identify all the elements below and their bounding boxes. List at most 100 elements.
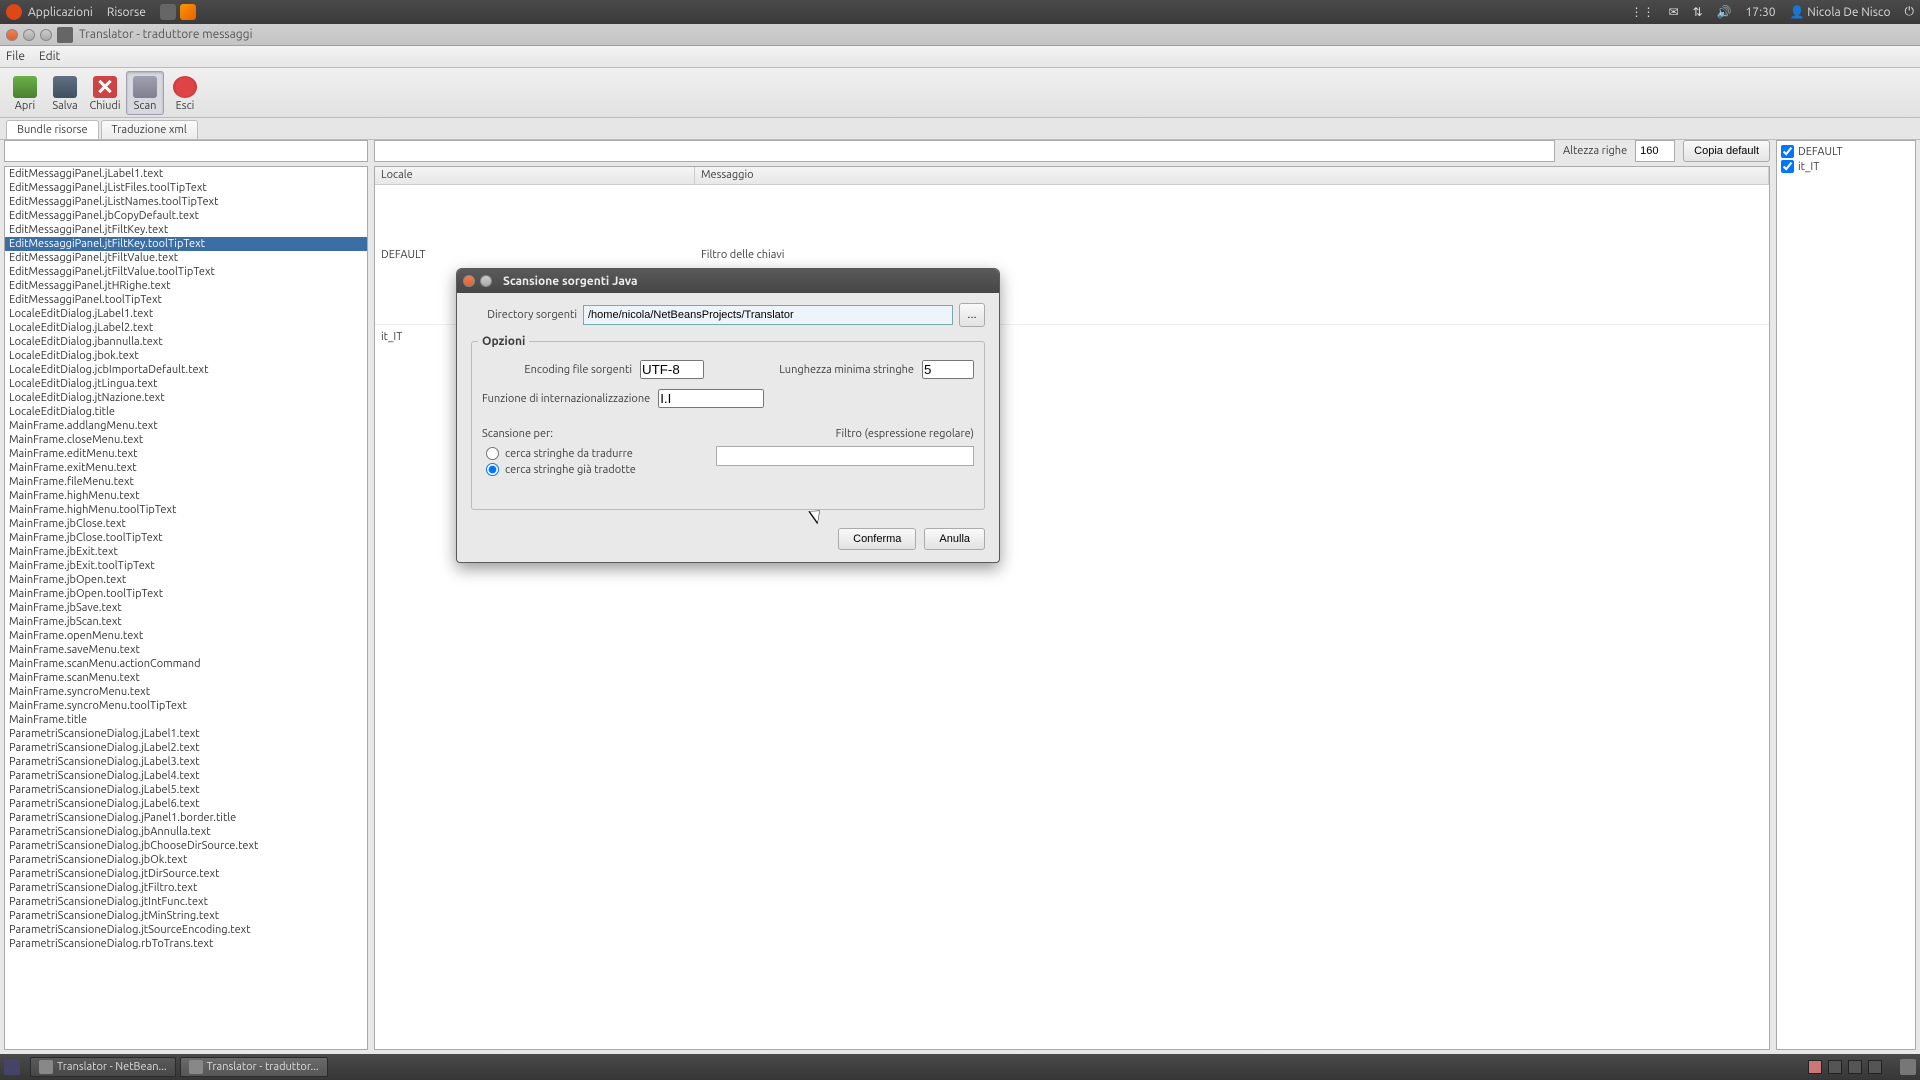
network-icon[interactable]: ⋮⋮ [1630, 5, 1654, 19]
workspace-1[interactable] [1808, 1060, 1822, 1074]
filter-value-input[interactable] [374, 140, 1555, 162]
intfunc-input[interactable] [658, 389, 764, 408]
key-list-item[interactable]: ParametriScansioneDialog.jLabel3.text [5, 755, 367, 769]
radio-to-translate[interactable]: cerca stringhe da tradurre [486, 447, 696, 460]
key-list-item[interactable]: LocaleEditDialog.jLabel2.text [5, 321, 367, 335]
key-list-item[interactable]: MainFrame.scanMenu.actionCommand [5, 657, 367, 671]
locale-checkbox-it-it[interactable]: it_IT [1781, 160, 1911, 173]
updates-icon[interactable]: ⇅ [1693, 5, 1703, 19]
key-list-item[interactable]: MainFrame.jbExit.toolTipText [5, 559, 367, 573]
workspace-4[interactable] [1868, 1060, 1882, 1074]
key-list-item[interactable]: ParametriScansioneDialog.jbOk.text [5, 853, 367, 867]
key-list-item[interactable]: LocaleEditDialog.jLabel1.text [5, 307, 367, 321]
window-close-button[interactable] [6, 29, 18, 41]
trash-icon[interactable] [1900, 1059, 1916, 1075]
key-list-item[interactable]: MainFrame.scanMenu.text [5, 671, 367, 685]
workspace-3[interactable] [1848, 1060, 1862, 1074]
key-list-item[interactable]: ParametriScansioneDialog.jLabel5.text [5, 783, 367, 797]
key-list-item[interactable]: MainFrame.saveMenu.text [5, 643, 367, 657]
key-list-item[interactable]: MainFrame.addlangMenu.text [5, 419, 367, 433]
window-titlebar[interactable]: Translator - traduttore messaggi [0, 24, 1920, 46]
exit-button[interactable]: Esci [166, 71, 204, 115]
taskbar-translator[interactable]: Translator - traduttor... [180, 1057, 328, 1077]
key-list-item[interactable]: MainFrame.jbExit.text [5, 545, 367, 559]
key-list-item[interactable]: ParametriScansioneDialog.rbToTrans.text [5, 937, 367, 951]
source-dir-input[interactable] [583, 305, 953, 325]
key-list-item[interactable]: MainFrame.jbOpen.text [5, 573, 367, 587]
key-list-item[interactable]: ParametriScansioneDialog.jtDirSource.tex… [5, 867, 367, 881]
key-list-item[interactable]: ParametriScansioneDialog.jtSourceEncodin… [5, 923, 367, 937]
copy-default-button[interactable]: Copia default [1683, 140, 1770, 162]
mail-icon[interactable]: ✉ [1668, 5, 1678, 19]
workspace-2[interactable] [1828, 1060, 1842, 1074]
radio-already-translated[interactable]: cerca stringhe già tradotte [486, 463, 696, 476]
dialog-minimize-button[interactable] [480, 275, 492, 287]
key-list-item[interactable]: LocaleEditDialog.jcbImportaDefault.text [5, 363, 367, 377]
clock[interactable]: 17:30 [1746, 6, 1776, 19]
key-list-item[interactable]: ParametriScansioneDialog.jLabel4.text [5, 769, 367, 783]
scan-button[interactable]: Scan [126, 71, 164, 115]
dialog-titlebar[interactable]: Scansione sorgenti Java [457, 269, 999, 293]
row-height-input[interactable] [1635, 140, 1675, 162]
window-minimize-button[interactable] [23, 29, 35, 41]
encoding-input[interactable] [640, 360, 704, 379]
key-list-item[interactable]: LocaleEditDialog.title [5, 405, 367, 419]
key-list-item[interactable]: EditMessaggiPanel.jtFiltValue.toolTipTex… [5, 265, 367, 279]
key-list[interactable]: EditMessaggiPanel.jLabel1.textEditMessag… [4, 166, 368, 1050]
key-list-item[interactable]: ParametriScansioneDialog.jLabel1.text [5, 727, 367, 741]
tab-traduzione-xml[interactable]: Traduzione xml [101, 120, 198, 139]
key-list-item[interactable]: EditMessaggiPanel.jtFiltKey.toolTipText [5, 237, 367, 251]
key-list-item[interactable]: MainFrame.syncroMenu.text [5, 685, 367, 699]
power-icon[interactable]: ⏻ [1905, 5, 1915, 19]
show-desktop-icon[interactable] [4, 1059, 20, 1075]
confirm-button[interactable]: Conferma [838, 528, 916, 550]
key-list-item[interactable]: MainFrame.title [5, 713, 367, 727]
key-list-item[interactable]: ParametriScansioneDialog.jtIntFunc.text [5, 895, 367, 909]
key-list-item[interactable]: MainFrame.editMenu.text [5, 447, 367, 461]
key-list-item[interactable]: ParametriScansioneDialog.jbAnnulla.text [5, 825, 367, 839]
key-list-item[interactable]: LocaleEditDialog.jtNazione.text [5, 391, 367, 405]
browse-dir-button[interactable]: ... [959, 303, 985, 327]
key-list-item[interactable]: MainFrame.fileMenu.text [5, 475, 367, 489]
key-list-item[interactable]: MainFrame.jbScan.text [5, 615, 367, 629]
key-list-item[interactable]: EditMessaggiPanel.toolTipText [5, 293, 367, 307]
key-list-item[interactable]: MainFrame.jbClose.toolTipText [5, 531, 367, 545]
key-list-item[interactable]: ParametriScansioneDialog.jtMinString.tex… [5, 909, 367, 923]
panel-app-icon[interactable] [160, 4, 176, 20]
key-list-item[interactable]: MainFrame.exitMenu.text [5, 461, 367, 475]
key-list-item[interactable]: LocaleEditDialog.jbok.text [5, 349, 367, 363]
col-message[interactable]: Messaggio [695, 167, 1769, 184]
key-list-item[interactable]: EditMessaggiPanel.jtHRighe.text [5, 279, 367, 293]
firefox-icon[interactable] [180, 4, 196, 20]
menu-file[interactable]: File [6, 50, 25, 63]
cancel-button[interactable]: Anulla [924, 528, 985, 550]
key-list-item[interactable]: ParametriScansioneDialog.jLabel6.text [5, 797, 367, 811]
taskbar-netbeans[interactable]: Translator - NetBean... [30, 1057, 176, 1077]
key-list-item[interactable]: MainFrame.highMenu.toolTipText [5, 503, 367, 517]
key-list-item[interactable]: ParametriScansioneDialog.jLabel2.text [5, 741, 367, 755]
key-list-item[interactable]: MainFrame.closeMenu.text [5, 433, 367, 447]
key-list-item[interactable]: EditMessaggiPanel.jtFiltKey.text [5, 223, 367, 237]
key-filter-input[interactable] [4, 140, 368, 162]
key-list-item[interactable]: EditMessaggiPanel.jListNames.toolTipText [5, 195, 367, 209]
key-list-item[interactable]: MainFrame.highMenu.text [5, 489, 367, 503]
key-list-item[interactable]: LocaleEditDialog.jbannulla.text [5, 335, 367, 349]
key-list-item[interactable]: MainFrame.jbClose.text [5, 517, 367, 531]
key-list-item[interactable]: MainFrame.openMenu.text [5, 629, 367, 643]
dialog-close-button[interactable] [463, 275, 475, 287]
window-maximize-button[interactable] [40, 29, 52, 41]
key-list-item[interactable]: MainFrame.jbOpen.toolTipText [5, 587, 367, 601]
message-cell[interactable]: Filtro delle chiavi [695, 247, 1769, 263]
filter-regex-input[interactable] [716, 446, 974, 466]
key-list-item[interactable]: ParametriScansioneDialog.jbChooseDirSour… [5, 839, 367, 853]
key-list-item[interactable]: EditMessaggiPanel.jtFiltValue.text [5, 251, 367, 265]
os-menu-resources[interactable]: Risorse [107, 6, 146, 19]
os-menu-applications[interactable]: Applicazioni [28, 6, 93, 19]
sound-icon[interactable]: 🔊 [1717, 5, 1732, 19]
key-list-item[interactable]: EditMessaggiPanel.jListFiles.toolTipText [5, 181, 367, 195]
key-list-item[interactable]: ParametriScansioneDialog.jPanel1.border.… [5, 811, 367, 825]
close-button[interactable]: Chiudi [86, 71, 124, 115]
user-menu[interactable]: 👤 Nicola De Nisco [1790, 5, 1891, 19]
open-button[interactable]: Apri [6, 71, 44, 115]
key-list-item[interactable]: EditMessaggiPanel.jLabel1.text [5, 167, 367, 181]
